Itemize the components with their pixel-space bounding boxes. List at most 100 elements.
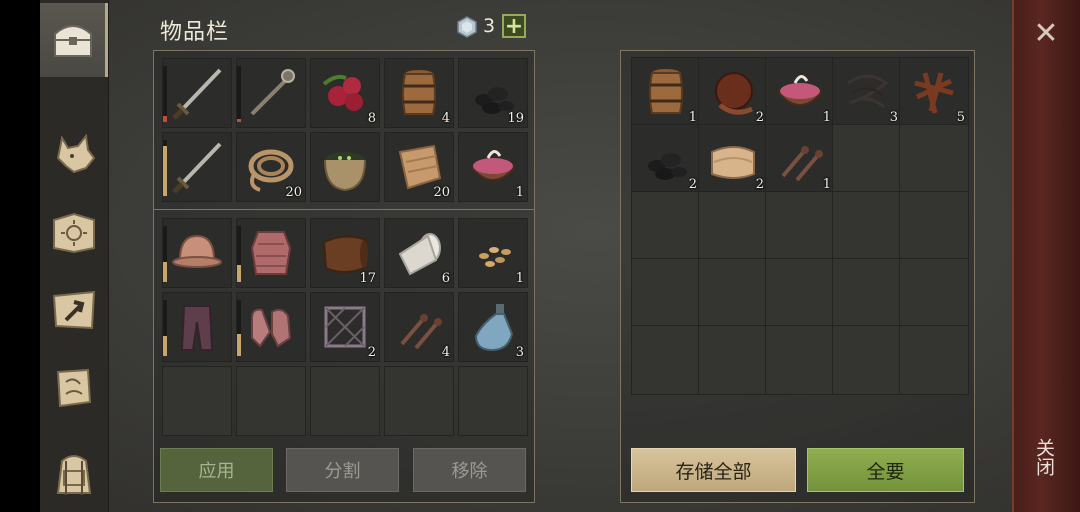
storage-slot[interactable]: 2: [631, 124, 701, 194]
storage-slot-empty[interactable]: [899, 258, 969, 328]
inventory-slot[interactable]: 4: [384, 58, 454, 128]
quest-scroll-icon: [56, 368, 92, 408]
inventory-slot[interactable]: [236, 58, 306, 128]
durability-bar: [237, 300, 241, 356]
sword-icon: [172, 142, 222, 194]
storage-slot[interactable]: 1: [765, 57, 835, 127]
inventory-slot[interactable]: [310, 132, 380, 202]
tab-pets[interactable]: [40, 117, 108, 191]
barrel-icon: [649, 69, 683, 114]
storage-slot-empty[interactable]: [698, 325, 768, 395]
screen-edge: [0, 0, 40, 512]
storage-slot-empty[interactable]: [899, 124, 969, 194]
inventory-slot-empty[interactable]: [384, 366, 454, 436]
inventory-slot-empty[interactable]: [310, 366, 380, 436]
storage-slot-empty[interactable]: [832, 191, 902, 261]
sidebar: [40, 0, 109, 512]
apply-button[interactable]: 应用: [160, 448, 273, 492]
storage-slot[interactable]: 2: [698, 124, 768, 194]
inventory-slot-empty[interactable]: [162, 366, 232, 436]
meat-bowl-icon: [776, 75, 824, 106]
wolf-icon: [56, 133, 96, 174]
split-button[interactable]: 分割: [286, 448, 399, 492]
storage-slot[interactable]: 1: [765, 124, 835, 194]
take-all-button[interactable]: 全要: [807, 448, 964, 492]
item-count: 4: [441, 111, 450, 126]
inventory-slot[interactable]: [236, 218, 306, 288]
durability-bar: [237, 226, 241, 282]
item-count: 8: [367, 111, 376, 126]
inventory-slot[interactable]: 1: [458, 218, 528, 288]
inventory-slot[interactable]: 17: [310, 218, 380, 288]
chainmail-icon: [250, 231, 292, 275]
storage-slot[interactable]: 5: [899, 57, 969, 127]
map-arrow-icon: [52, 290, 96, 330]
inventory-slot[interactable]: 4: [384, 292, 454, 362]
inventory-slot[interactable]: 6: [384, 218, 454, 288]
inventory-slot[interactable]: [162, 292, 232, 362]
meat-bowl-icon: [469, 150, 517, 181]
tab-backpack[interactable]: [40, 436, 108, 510]
inventory-slot[interactable]: [162, 132, 232, 202]
close-label[interactable]: 关闭: [1033, 438, 1058, 476]
item-count: 1: [822, 177, 831, 192]
storage-slot-empty[interactable]: [631, 325, 701, 395]
storage-slot-empty[interactable]: [899, 325, 969, 395]
storage-slot-empty[interactable]: [698, 258, 768, 328]
add-gems-button[interactable]: +: [502, 14, 526, 38]
storage-slot-empty[interactable]: [832, 325, 902, 395]
storage-slot-empty[interactable]: [899, 191, 969, 261]
item-count: 1: [515, 185, 524, 200]
item-count: 3: [889, 110, 898, 125]
coal-icon: [648, 153, 687, 180]
inventory-slot[interactable]: 3: [458, 292, 528, 362]
tab-quests[interactable]: [40, 351, 108, 425]
item-count: 20: [433, 185, 450, 200]
storage-slot-empty[interactable]: [765, 258, 835, 328]
storage-slot-empty[interactable]: [765, 191, 835, 261]
durability-bar: [163, 226, 167, 282]
storage-slot-empty[interactable]: [832, 258, 902, 328]
storage-slot-empty[interactable]: [631, 191, 701, 261]
seeds-icon: [479, 247, 511, 267]
inventory-slot[interactable]: 20: [384, 132, 454, 202]
storage-slot-empty[interactable]: [832, 124, 902, 194]
basket-icon: [324, 152, 366, 192]
chest-icon: [53, 25, 92, 57]
inventory-slot[interactable]: 2: [310, 292, 380, 362]
durability-bar: [237, 66, 241, 122]
cloth-roll-icon: [711, 146, 755, 179]
close-icon[interactable]: ✕: [1032, 19, 1060, 49]
inventory-slot[interactable]: 8: [310, 58, 380, 128]
durability-bar: [163, 140, 167, 196]
storage-slot[interactable]: 3: [832, 57, 902, 127]
item-count: 1: [822, 110, 831, 125]
storage-slot-empty[interactable]: [765, 325, 835, 395]
storage-slot-empty[interactable]: [698, 191, 768, 261]
thread-icon: [847, 74, 889, 109]
sun-book-icon: [53, 212, 95, 254]
storage-slot[interactable]: 1: [631, 57, 701, 127]
inventory-slot[interactable]: [162, 58, 232, 128]
storage-slot-empty[interactable]: [631, 258, 701, 328]
store-all-button[interactable]: 存储全部: [631, 448, 796, 492]
inventory-slot-empty[interactable]: [458, 366, 528, 436]
storage-slot[interactable]: 2: [698, 57, 768, 127]
close-panel[interactable]: [1012, 0, 1080, 512]
pants-icon: [180, 305, 214, 351]
berries-icon: [322, 74, 363, 111]
tab-skills[interactable]: [40, 195, 108, 269]
helmet-icon: [172, 234, 222, 268]
inventory-slot[interactable]: 1: [458, 132, 528, 202]
inventory-slot[interactable]: 19: [458, 58, 528, 128]
inventory-slot-empty[interactable]: [236, 366, 306, 436]
inventory-slot[interactable]: [162, 218, 232, 288]
inventory-slot[interactable]: 20: [236, 132, 306, 202]
inventory-slot[interactable]: [236, 292, 306, 362]
inventory-title: 物品栏: [160, 20, 230, 45]
tab-inventory[interactable]: [40, 3, 108, 77]
tab-map[interactable]: [40, 273, 108, 347]
remove-button[interactable]: 移除: [413, 448, 526, 492]
nails-icon: [400, 314, 442, 350]
item-count: 6: [441, 271, 450, 286]
